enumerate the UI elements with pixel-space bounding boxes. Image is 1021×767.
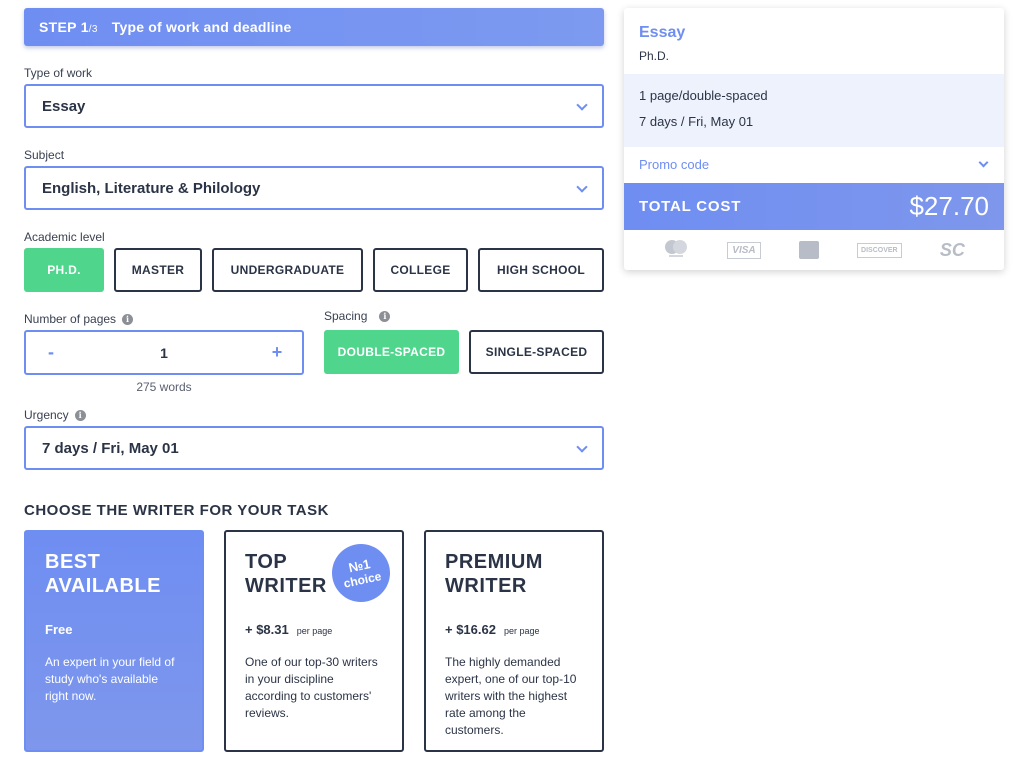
info-icon[interactable]: i: [379, 310, 391, 322]
writer-name: PREMIUM WRITER: [445, 551, 543, 597]
info-icon[interactable]: i: [74, 409, 86, 421]
type-of-work-select[interactable]: Essay: [24, 84, 604, 128]
level-master-button[interactable]: MASTER: [114, 248, 202, 292]
order-summary: Essay Ph.D. 1 page/double-spaced 7 days …: [624, 8, 1004, 270]
writer-description: The highly demanded expert, one of our t…: [445, 655, 577, 737]
type-of-work-value: Essay: [42, 97, 86, 115]
discover-icon: DISCOVER: [857, 242, 902, 258]
summary-pages: 1 page/double-spaced: [639, 88, 768, 103]
visa-icon: VISA: [727, 241, 761, 259]
decrement-button[interactable]: -: [44, 342, 58, 363]
urgency-label: Urgency i: [24, 408, 86, 422]
total-cost-label: TOTAL COST: [639, 198, 742, 215]
urgency-select[interactable]: 7 days / Fri, May 01: [24, 426, 604, 470]
subject-label: Subject: [24, 148, 65, 162]
writer-card-premium-writer[interactable]: PREMIUM WRITER + $16.62 per page The highl…: [424, 530, 604, 752]
info-icon[interactable]: i: [122, 313, 134, 325]
writer-card-top-writer[interactable]: TOP WRITER №1 choice + $8.31 per page One …: [224, 530, 404, 752]
level-college-button[interactable]: COLLEGE: [373, 248, 468, 292]
subject-select[interactable]: English, Literature & Philology: [24, 166, 604, 210]
step-number: STEP 1/3: [39, 19, 98, 35]
chevron-down-icon: [978, 157, 989, 168]
writer-name: BEST AVAILABLE: [45, 551, 161, 597]
chevron-down-icon: [576, 441, 588, 453]
sc-icon: SC: [939, 239, 965, 260]
type-of-work-label: Type of work: [24, 66, 93, 80]
writer-description: An expert in your field of study who's a…: [45, 655, 175, 703]
double-spaced-button[interactable]: DOUBLE-SPACED: [324, 330, 459, 374]
pages-value[interactable]: 1: [160, 345, 168, 361]
mastercard-icon: [663, 238, 689, 263]
promo-code-toggle[interactable]: Promo code: [624, 147, 1004, 183]
academic-level-label: Academic level: [24, 230, 105, 244]
chevron-down-icon: [576, 181, 588, 193]
writer-section-title: CHOOSE THE WRITER FOR YOUR TASK: [24, 502, 329, 519]
level-undergraduate-button[interactable]: UNDERGRADUATE: [212, 248, 363, 292]
pages-stepper: - 1 +: [24, 330, 304, 375]
level-high-school-button[interactable]: HIGH SCHOOL: [478, 248, 604, 292]
writer-card-best-available[interactable]: BEST AVAILABLE Free An expert in your fie…: [24, 530, 204, 752]
writer-price: + $16.62 per page: [445, 622, 540, 637]
step-title: Type of work and deadline: [111, 19, 292, 35]
writer-price: + $8.31 per page: [245, 622, 333, 637]
pages-label: Number of pages i: [24, 312, 134, 326]
writer-description: One of our top-30 writers in your discip…: [245, 655, 378, 720]
urgency-value: 7 days / Fri, May 01: [42, 439, 179, 457]
single-spaced-button[interactable]: SINGLE-SPACED: [469, 330, 604, 374]
total-cost-bar: TOTAL COST $27.70: [624, 183, 1004, 230]
summary-title: Essay: [639, 24, 686, 41]
step-header: STEP 1/3 Type of work and deadline: [24, 8, 604, 46]
payment-methods: VISA DISCOVER SC: [624, 230, 1004, 270]
total-cost-amount: $27.70: [909, 191, 989, 221]
summary-deadline: 7 days / Fri, May 01: [639, 114, 754, 129]
level-phd-button[interactable]: PH.D.: [24, 248, 104, 292]
spacing-label: Spacing i: [324, 309, 391, 323]
amex-icon: [798, 241, 819, 259]
summary-details: 1 page/double-spaced 7 days / Fri, May 0…: [624, 74, 1004, 147]
writer-price: Free: [45, 622, 73, 637]
words-count: 275 words: [136, 380, 192, 394]
subject-value: English, Literature & Philology: [42, 179, 261, 197]
summary-level: Ph.D.: [639, 49, 670, 63]
increment-button[interactable]: +: [270, 342, 284, 363]
chevron-down-icon: [576, 99, 588, 111]
